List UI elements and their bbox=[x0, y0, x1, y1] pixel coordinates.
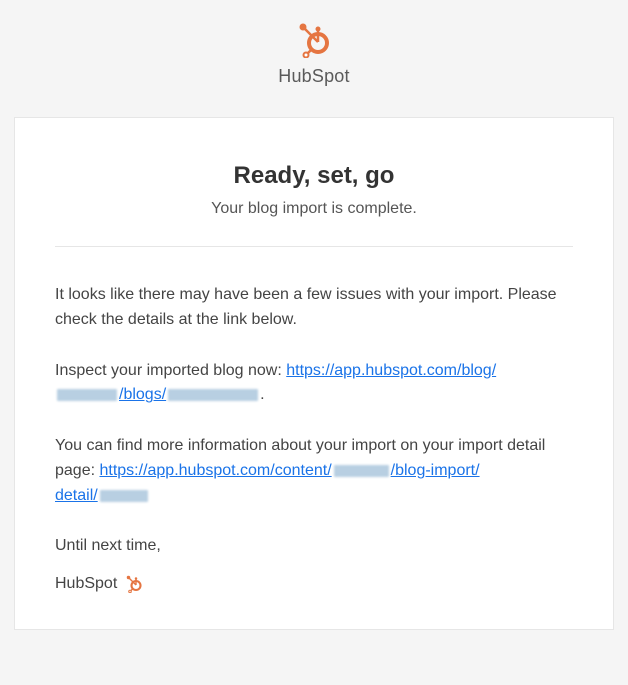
hubspot-sprocket-icon bbox=[125, 575, 143, 593]
detail-paragraph: You can find more information about your… bbox=[55, 434, 573, 508]
logo-area: HubSpot bbox=[0, 0, 628, 103]
divider bbox=[55, 246, 573, 247]
redacted-blog-id bbox=[168, 389, 258, 401]
signature-text: HubSpot bbox=[55, 575, 117, 593]
signoff-text: Until next time, bbox=[55, 537, 573, 555]
redacted-hub-id bbox=[57, 389, 117, 401]
detail-link-detail: detail/ bbox=[55, 487, 98, 504]
detail-link-part1: https://app.hubspot.com/content/ bbox=[99, 462, 331, 479]
detail-link-blog-import: /blog-import/ bbox=[391, 462, 480, 479]
inspect-link-blogs: /blogs/ bbox=[119, 386, 166, 403]
inspect-trailing-period: . bbox=[260, 386, 264, 403]
email-page: HubSpot Ready, set, go Your blog import … bbox=[0, 0, 628, 630]
hubspot-logo-icon bbox=[297, 22, 331, 58]
issues-paragraph: It looks like there may have been a few … bbox=[55, 283, 573, 333]
brand-name: HubSpot bbox=[0, 66, 628, 87]
redacted-content-id bbox=[334, 465, 389, 477]
signature-line: HubSpot bbox=[55, 575, 573, 593]
inspect-paragraph: Inspect your imported blog now: https://… bbox=[55, 359, 573, 409]
inspect-prefix: Inspect your imported blog now: bbox=[55, 362, 286, 379]
email-card: Ready, set, go Your blog import is compl… bbox=[14, 117, 614, 630]
inspect-link-part1: https://app.hubspot.com/blog/ bbox=[286, 362, 496, 379]
import-detail-link[interactable]: https://app.hubspot.com/content/ /blog-im… bbox=[55, 462, 480, 504]
redacted-import-id bbox=[100, 490, 148, 502]
main-subtitle: Your blog import is complete. bbox=[55, 200, 573, 218]
main-title: Ready, set, go bbox=[55, 162, 573, 190]
